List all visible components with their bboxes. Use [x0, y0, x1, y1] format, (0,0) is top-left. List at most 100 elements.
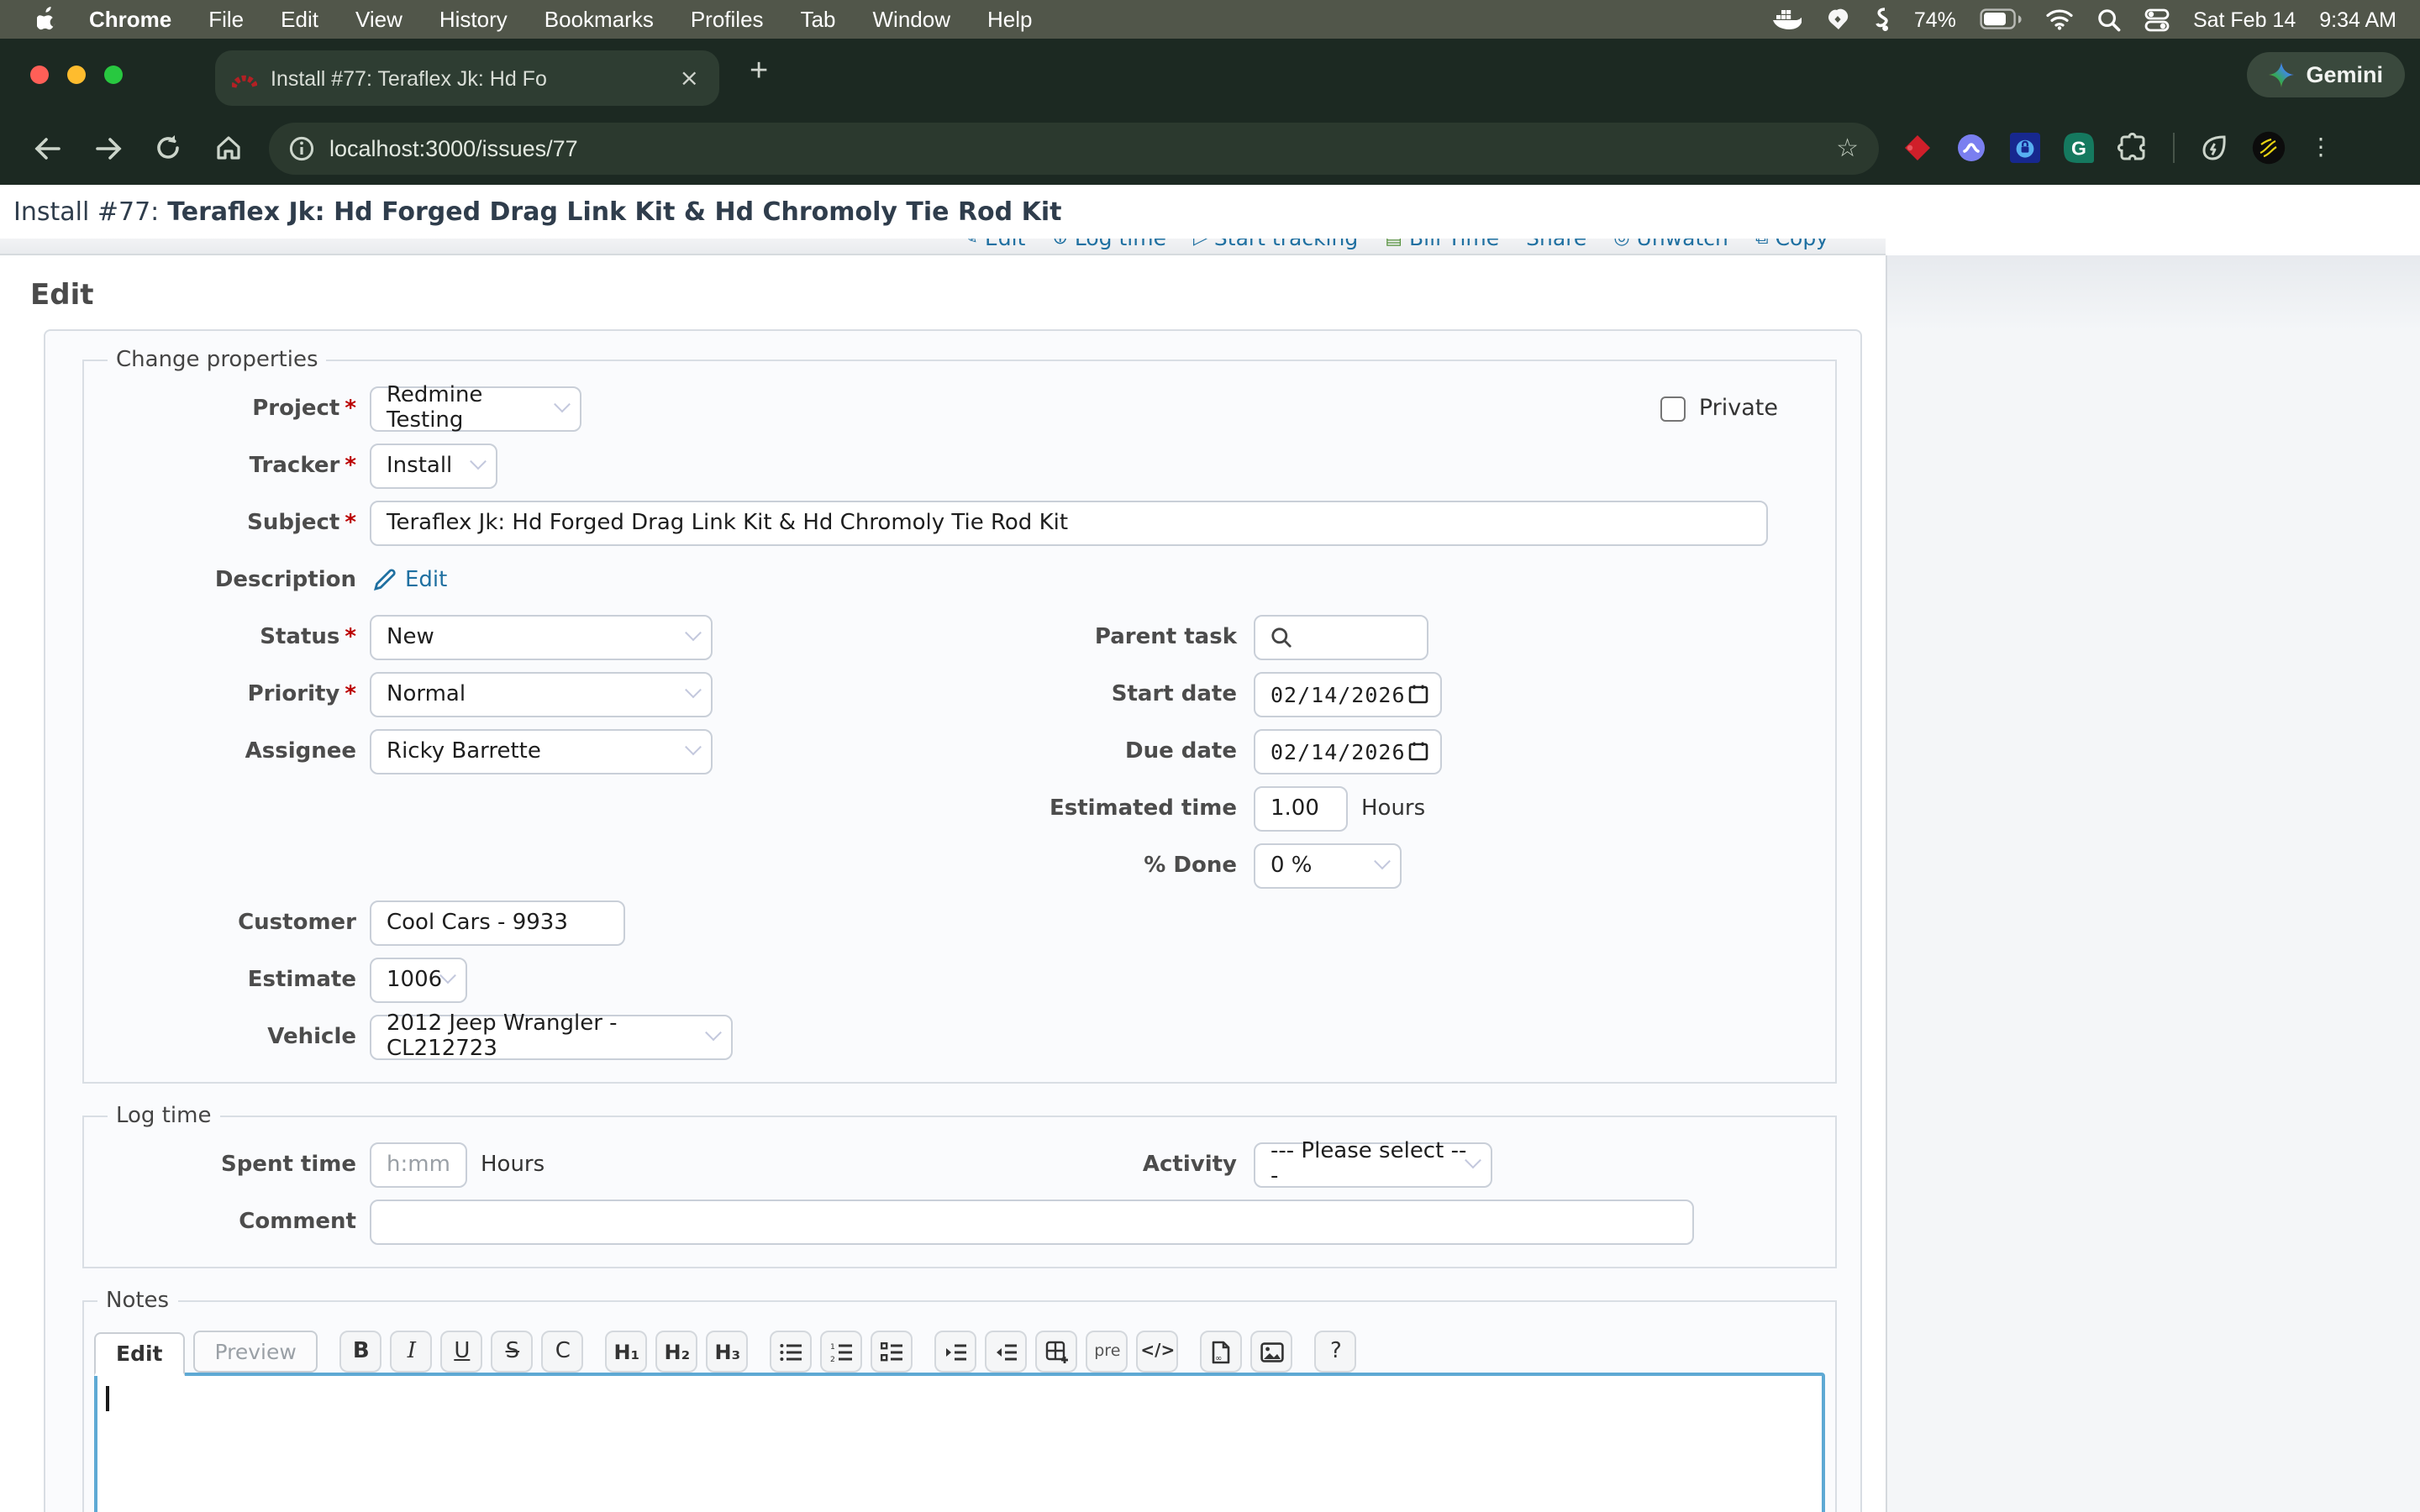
underline-button[interactable]: U — [441, 1331, 483, 1373]
purple-extension-icon[interactable] — [1956, 133, 1986, 163]
vehicle-select[interactable]: 2012 Jeep Wrangler - CL212723 — [370, 1014, 733, 1059]
extensions-puzzle-icon[interactable] — [2118, 132, 2149, 164]
calendar-icon[interactable] — [1408, 741, 1428, 761]
menubar-item-edit[interactable]: Edit — [281, 7, 318, 32]
tab-close-icon[interactable]: × — [676, 65, 702, 92]
window-close-button[interactable] — [30, 66, 49, 84]
edit-action-link[interactable]: ✎Edit — [963, 239, 1026, 250]
attach-file-icon[interactable]: ∞ — [1201, 1331, 1243, 1373]
calendar-icon[interactable] — [1408, 684, 1428, 704]
new-tab-button[interactable]: + — [750, 54, 768, 91]
gemini-button[interactable]: Gemini — [2247, 52, 2405, 97]
private-checkbox[interactable] — [1660, 396, 1686, 421]
parent-task-input[interactable] — [1254, 614, 1428, 659]
copy-action-link[interactable]: ⧉Copy — [1755, 239, 1828, 250]
menubar-item-file[interactable]: File — [208, 7, 244, 32]
apple-logo-icon[interactable] — [37, 7, 59, 32]
estimated-time-input[interactable]: 1.00 — [1254, 785, 1348, 831]
insert-image-icon[interactable] — [1251, 1331, 1293, 1373]
snake-icon[interactable] — [1874, 7, 1891, 32]
estimated-time-row: Estimated time 1.00 Hours — [104, 780, 1815, 837]
unwatch-action-link[interactable]: ◎Unwatch — [1613, 239, 1728, 250]
heading3-button[interactable]: H₃ — [707, 1331, 749, 1373]
unordered-list-icon[interactable] — [771, 1331, 813, 1373]
menubar-date[interactable]: Sat Feb 14 — [2193, 8, 2296, 31]
browser-tab[interactable]: Install #77: Teraflex Jk: Hd Fo × — [215, 50, 719, 106]
tracker-select[interactable]: Install — [370, 443, 497, 488]
raycast-icon[interactable] — [1825, 8, 1850, 31]
menubar-item-tab[interactable]: Tab — [801, 7, 836, 32]
description-edit-link[interactable]: Edit — [405, 567, 447, 592]
bold-button[interactable]: B — [340, 1331, 382, 1373]
wifi-icon[interactable] — [2045, 8, 2074, 30]
menubar-app-name[interactable]: Chrome — [89, 7, 171, 32]
start-tracking-action-link[interactable]: ▷Start tracking — [1193, 239, 1358, 250]
menubar-item-profiles[interactable]: Profiles — [691, 7, 764, 32]
customer-input[interactable]: Cool Cars - 9933 — [370, 900, 625, 945]
back-button[interactable] — [17, 118, 77, 178]
url-text[interactable]: localhost:3000/issues/77 — [329, 135, 578, 160]
notes-tab-edit[interactable]: Edit — [94, 1332, 185, 1376]
battery-saver-leaf-icon[interactable] — [2198, 133, 2228, 163]
estimated-time-unit: Hours — [1361, 795, 1425, 821]
code-block-button[interactable]: </> — [1137, 1331, 1179, 1373]
profile-avatar[interactable] — [2252, 131, 2286, 165]
window-zoom-button[interactable] — [104, 66, 123, 84]
chevron-down-icon — [554, 395, 571, 412]
priority-select[interactable]: Normal — [370, 671, 713, 717]
done-ratio-select[interactable]: 0 % — [1254, 843, 1402, 888]
indent-icon[interactable] — [935, 1331, 977, 1373]
ordered-list-icon[interactable]: 12 — [821, 1331, 863, 1373]
definition-list-icon[interactable] — [871, 1331, 913, 1373]
menubar-item-bookmarks[interactable]: Bookmarks — [544, 7, 654, 32]
site-info-icon[interactable] — [289, 135, 314, 160]
share-action-link[interactable]: Share — [1526, 239, 1586, 250]
done-ratio-row: % Done 0 % — [104, 837, 1815, 894]
home-button[interactable] — [198, 118, 259, 178]
italic-button[interactable]: I — [391, 1331, 433, 1373]
project-select[interactable]: Redmine Testing — [370, 386, 581, 431]
menubar-item-window[interactable]: Window — [873, 7, 951, 32]
bill-time-action-link[interactable]: ▤Bill Time — [1385, 239, 1499, 250]
browser-menu-icon[interactable]: ⋮ — [2309, 134, 2333, 161]
address-bar[interactable]: localhost:3000/issues/77 ☆ — [269, 122, 1879, 174]
menubar-item-help[interactable]: Help — [987, 7, 1033, 32]
chevron-down-icon — [1374, 852, 1391, 869]
subject-input[interactable]: Teraflex Jk: Hd Forged Drag Link Kit & H… — [370, 500, 1768, 545]
heading2-button[interactable]: H₂ — [656, 1331, 698, 1373]
redgate-extension-icon[interactable] — [1902, 133, 1933, 163]
lock-extension-icon[interactable] — [2010, 133, 2040, 163]
inline-code-button[interactable]: C — [542, 1331, 584, 1373]
notes-tab-preview[interactable]: Preview — [193, 1331, 318, 1373]
preformatted-button[interactable]: pre — [1086, 1331, 1128, 1373]
chevron-down-icon — [439, 966, 456, 983]
window-minimize-button[interactable] — [67, 66, 86, 84]
outdent-icon[interactable] — [986, 1331, 1028, 1373]
spent-time-input[interactable]: h:mm — [370, 1142, 467, 1187]
menubar-item-view[interactable]: View — [355, 7, 402, 32]
docker-icon[interactable] — [1773, 8, 1802, 31]
log-time-action-link[interactable]: ⊕Log time — [1052, 239, 1166, 250]
estimated-time-label: Estimated time — [941, 795, 1247, 821]
status-select[interactable]: New — [370, 614, 713, 659]
reload-button[interactable] — [138, 118, 198, 178]
due-date-input[interactable]: 02/14/2026 — [1254, 728, 1442, 774]
insert-table-icon[interactable] — [1036, 1331, 1078, 1373]
heading1-button[interactable]: H₁ — [606, 1331, 648, 1373]
control-center-icon[interactable] — [2144, 8, 2170, 31]
spotlight-search-icon[interactable] — [2097, 8, 2121, 31]
menubar-item-history[interactable]: History — [439, 7, 508, 32]
assignee-select[interactable]: Ricky Barrette — [370, 728, 713, 774]
help-button[interactable]: ? — [1315, 1331, 1357, 1373]
menubar-time[interactable]: 9:34 AM — [2319, 8, 2396, 31]
comment-input[interactable] — [370, 1199, 1694, 1244]
strikethrough-button[interactable]: S — [492, 1331, 534, 1373]
estimate-select[interactable]: 1006 — [370, 957, 467, 1002]
start-date-input[interactable]: 02/14/2026 — [1254, 671, 1442, 717]
forward-button[interactable] — [77, 118, 138, 178]
bookmark-star-icon[interactable]: ☆ — [1836, 133, 1859, 163]
chevron-down-icon — [685, 738, 702, 754]
grammarly-extension-icon[interactable]: G — [2064, 133, 2094, 163]
notes-textarea[interactable] — [94, 1373, 1825, 1512]
activity-select[interactable]: --- Please select --- — [1254, 1142, 1492, 1187]
